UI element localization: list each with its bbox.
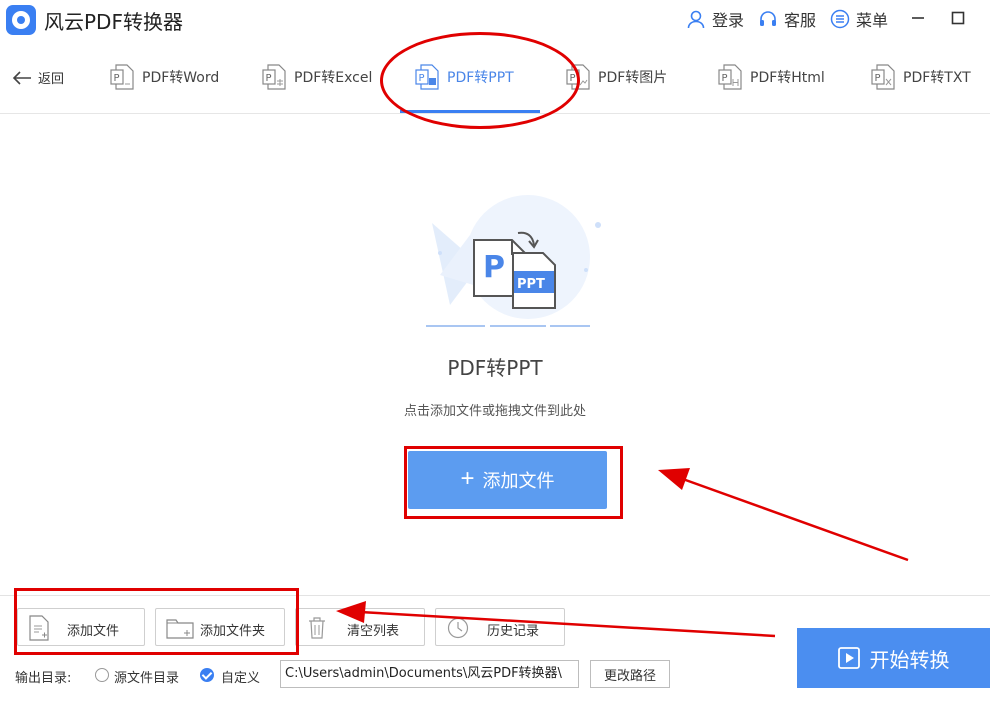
- headset-icon: [760, 11, 776, 26]
- svg-text:P: P: [419, 73, 425, 84]
- clear-list-button[interactable]: 清空列表: [295, 608, 425, 646]
- menu-label: 菜单: [856, 11, 889, 30]
- svg-text:P: P: [875, 73, 881, 84]
- trash-icon: [309, 617, 325, 639]
- tab-pdf-txt[interactable]: P PDF转TXT: [871, 64, 971, 90]
- tab-pdf-image[interactable]: P PDF转图片: [566, 64, 667, 90]
- pdf-html-icon: P: [718, 64, 742, 90]
- back-button[interactable]: 返回: [12, 68, 64, 87]
- minimize-icon[interactable]: [908, 8, 928, 28]
- folder-add-icon: [166, 619, 194, 639]
- tab-pdf-excel[interactable]: P PDF转Excel: [262, 64, 372, 90]
- clear-list-label: 清空列表: [347, 624, 400, 639]
- play-icon: [837, 647, 860, 669]
- clock-icon: [447, 617, 469, 639]
- back-label: 返回: [38, 72, 65, 87]
- login-label: 登录: [712, 11, 745, 30]
- illustration-ppt-label: PPT: [517, 277, 545, 292]
- svg-text:P: P: [266, 73, 272, 84]
- service-button[interactable]: 客服: [758, 8, 816, 30]
- app-logo-icon: [6, 5, 36, 35]
- add-file-main-label: 添加文件: [482, 471, 555, 491]
- output-path-field[interactable]: C:\Users\admin\Documents\风云PDF转换器\: [280, 660, 579, 688]
- svg-text:P: P: [722, 73, 728, 84]
- tab-label: PDF转PPT: [447, 70, 514, 86]
- file-add-icon: [29, 615, 49, 641]
- radio-custom-dir-label: 自定义: [221, 671, 261, 686]
- bottom-divider: [0, 595, 990, 596]
- pdf-ppt-icon: P: [415, 64, 439, 90]
- change-path-button[interactable]: 更改路径: [590, 660, 670, 688]
- active-tab-indicator: [400, 110, 540, 113]
- tab-pdf-word[interactable]: P PDF转Word: [110, 64, 219, 90]
- tab-label: PDF转TXT: [903, 70, 971, 86]
- service-label: 客服: [784, 11, 817, 30]
- add-folder-button[interactable]: 添加文件夹: [155, 608, 285, 646]
- svg-text:P: P: [114, 73, 120, 84]
- tab-label: PDF转Html: [750, 70, 825, 86]
- pdf-txt-icon: P: [871, 64, 895, 90]
- add-file-main-button[interactable]: + 添加文件: [408, 451, 607, 509]
- add-folder-label: 添加文件夹: [200, 624, 266, 639]
- pdf-to-ppt-illustration: P PPT: [426, 195, 601, 327]
- user-icon: [687, 10, 705, 29]
- illustration-p-letter: P: [483, 250, 505, 285]
- tab-label: PDF转图片: [598, 70, 668, 86]
- arrow-left-icon: [12, 70, 31, 85]
- add-file-button[interactable]: 添加文件: [17, 608, 145, 646]
- pdf-word-icon: P: [110, 64, 134, 90]
- radio-source-dir-label: 源文件目录: [114, 671, 180, 686]
- pdf-image-icon: P: [566, 64, 590, 90]
- start-convert-button[interactable]: 开始转换: [797, 628, 990, 688]
- history-button[interactable]: 历史记录: [435, 608, 565, 646]
- tab-pdf-html[interactable]: P PDF转Html: [718, 64, 825, 90]
- menu-button[interactable]: 菜单: [830, 8, 888, 30]
- tab-pdf-ppt[interactable]: P PDF转PPT: [415, 64, 514, 90]
- tab-label: PDF转Excel: [294, 70, 373, 86]
- pdf-excel-icon: P: [262, 64, 286, 90]
- tab-bar: 返回 P PDF转Word P PDF转Excel P PDF转PPT P PD…: [0, 42, 990, 114]
- title-bar: 风云PDF转换器 登录 客服 菜单: [0, 0, 990, 40]
- menu-icon: [830, 9, 850, 29]
- tab-label: PDF转Word: [142, 70, 220, 86]
- add-file-label: 添加文件: [67, 624, 120, 639]
- start-convert-label: 开始转换: [869, 649, 950, 672]
- page-title: PDF转PPT: [447, 356, 543, 380]
- output-dir-label: 输出目录:: [15, 671, 72, 686]
- app-title: 风云PDF转换器: [44, 10, 183, 34]
- drop-hint: 点击添加文件或拖拽文件到此处: [403, 404, 586, 419]
- radio-custom-dir[interactable]: [200, 668, 214, 682]
- plus-icon: +: [460, 465, 475, 492]
- maximize-icon[interactable]: [948, 8, 968, 28]
- login-button[interactable]: 登录: [686, 8, 744, 30]
- svg-text:P: P: [570, 73, 576, 84]
- history-label: 历史记录: [487, 624, 540, 639]
- radio-source-dir[interactable]: [95, 668, 109, 682]
